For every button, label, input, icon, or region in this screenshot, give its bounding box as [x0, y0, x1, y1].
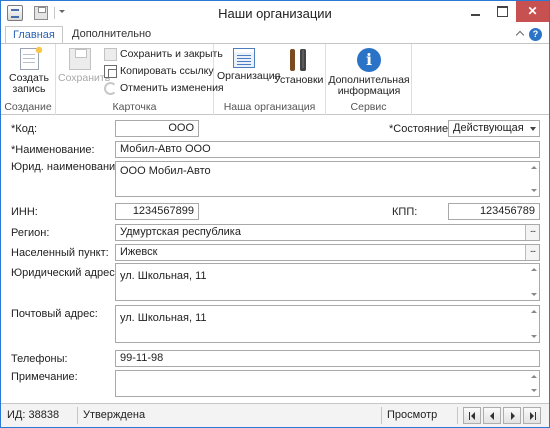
- group-service: i Дополнительная информация Сервис: [326, 44, 412, 115]
- organization-card-icon: [233, 48, 255, 68]
- status-bar: ИД: 38838 Утверждена Просмотр: [1, 403, 549, 427]
- code-label: *Код:: [11, 123, 38, 135]
- status-divider: [457, 407, 458, 424]
- group-our-org-label: Наша организация: [223, 101, 316, 113]
- group-create-label: Создание: [4, 101, 52, 113]
- locality-value: Ижевск: [120, 246, 158, 258]
- previous-record-button[interactable]: [483, 407, 501, 424]
- legal-address-field[interactable]: ул. Школьная, 11: [115, 263, 540, 301]
- postal-address-field[interactable]: ул. Школьная, 11: [115, 305, 540, 343]
- save-button[interactable]: Сохранить: [58, 48, 110, 84]
- copy-link-label: Копировать ссылку: [120, 65, 214, 77]
- state-value: Действующая: [453, 122, 524, 134]
- legal-name-scrollbar[interactable]: [529, 162, 539, 196]
- region-label: Регион:: [11, 227, 50, 239]
- inn-label: ИНН:: [11, 206, 38, 218]
- legal-name-label: Юрид. наименование:: [11, 161, 125, 173]
- next-record-button[interactable]: [503, 407, 521, 424]
- copy-link-button[interactable]: Копировать ссылку: [104, 64, 214, 80]
- minimize-button[interactable]: [462, 1, 488, 22]
- legal-address-scrollbar[interactable]: [529, 264, 539, 300]
- create-record-button[interactable]: Создать запись: [5, 44, 53, 95]
- save-close-button[interactable]: Сохранить и закрыть: [104, 47, 223, 63]
- inn-field[interactable]: 1234567899: [115, 203, 199, 220]
- group-service-label: Сервис: [350, 101, 387, 113]
- group-our-org: Организация Установки Наша организация: [214, 44, 326, 115]
- window: Наши организации ✕ Главная Дополнительно…: [0, 0, 550, 428]
- postal-address-scrollbar[interactable]: [529, 306, 539, 342]
- group-card-label: Карточка: [112, 101, 157, 113]
- legal-name-value: ООО Мобил-Авто: [120, 165, 211, 177]
- save-label: Сохранить: [58, 72, 111, 84]
- locality-select-button[interactable]: ...: [525, 245, 539, 260]
- locality-field[interactable]: Ижевск ...: [115, 244, 540, 261]
- undo-changes-button[interactable]: Отменить изменения: [104, 81, 224, 97]
- create-record-label: Создать запись: [9, 72, 49, 95]
- save-icon: [69, 48, 91, 70]
- undo-icon: [104, 82, 117, 95]
- save-close-label: Сохранить и закрыть: [120, 48, 223, 60]
- organization-button[interactable]: Организация: [217, 48, 280, 82]
- copy-icon: [104, 65, 117, 78]
- tab-additional[interactable]: Дополнительно: [65, 26, 158, 44]
- postal-address-label: Почтовый адрес:: [11, 308, 98, 320]
- kpp-field[interactable]: 123456789: [448, 203, 540, 220]
- maximize-button[interactable]: [489, 1, 515, 22]
- save-close-icon: [104, 48, 117, 61]
- record-status: Утверждена: [83, 409, 146, 421]
- state-label: *Состояние:: [389, 123, 452, 135]
- ribbon: Создать запись Создание Сохранить Сохран…: [1, 43, 549, 115]
- code-field[interactable]: ООО: [115, 120, 199, 137]
- note-field[interactable]: [115, 370, 540, 397]
- note-label: Примечание:: [11, 371, 78, 383]
- state-select[interactable]: Действующая: [448, 120, 540, 137]
- close-button[interactable]: ✕: [516, 1, 549, 22]
- undo-changes-label: Отменить изменения: [120, 82, 224, 94]
- phones-field[interactable]: 99-11-98: [115, 350, 540, 367]
- phones-label: Телефоны:: [11, 353, 68, 365]
- last-record-button[interactable]: [523, 407, 541, 424]
- region-select-button[interactable]: ...: [525, 225, 539, 240]
- collapse-ribbon-icon[interactable]: [515, 30, 525, 40]
- new-record-icon: [19, 44, 45, 70]
- legal-address-value: ул. Школьная, 11: [120, 270, 207, 282]
- kpp-label: КПП:: [392, 206, 418, 218]
- organization-label: Организация: [217, 70, 281, 82]
- first-record-button[interactable]: [463, 407, 481, 424]
- record-id: ИД: 38838: [7, 409, 60, 421]
- region-field[interactable]: Удмуртская республика ...: [115, 224, 540, 241]
- group-create: Создать запись Создание: [1, 44, 56, 115]
- info-icon: i: [357, 48, 381, 72]
- additional-info-label: Дополнительная информация: [328, 74, 410, 97]
- postal-address-value: ул. Школьная, 11: [120, 312, 207, 324]
- view-mode: Просмотр: [387, 409, 438, 421]
- chevron-down-icon: [530, 127, 536, 131]
- additional-info-button[interactable]: i Дополнительная информация: [328, 48, 410, 97]
- note-scrollbar[interactable]: [529, 371, 539, 396]
- help-icon[interactable]: ?: [529, 28, 542, 41]
- status-divider: [381, 407, 382, 424]
- settings-button[interactable]: Установки: [274, 48, 324, 86]
- tools-icon: [286, 48, 310, 72]
- status-divider: [77, 407, 78, 424]
- locality-label: Населенный пункт:: [11, 247, 109, 259]
- settings-label: Установки: [274, 74, 324, 86]
- name-label: *Наименование:: [11, 144, 95, 156]
- title-bar: Наши организации ✕: [1, 1, 549, 26]
- region-value: Удмуртская республика: [120, 226, 241, 238]
- legal-address-label: Юридический адрес:: [11, 267, 118, 279]
- ribbon-tabs: Главная Дополнительно ?: [1, 26, 549, 45]
- legal-name-field[interactable]: ООО Мобил-Авто: [115, 161, 540, 197]
- name-field[interactable]: Мобил-Авто ООО: [115, 141, 540, 158]
- group-card: Сохранить Сохранить и закрыть Копировать…: [56, 44, 224, 115]
